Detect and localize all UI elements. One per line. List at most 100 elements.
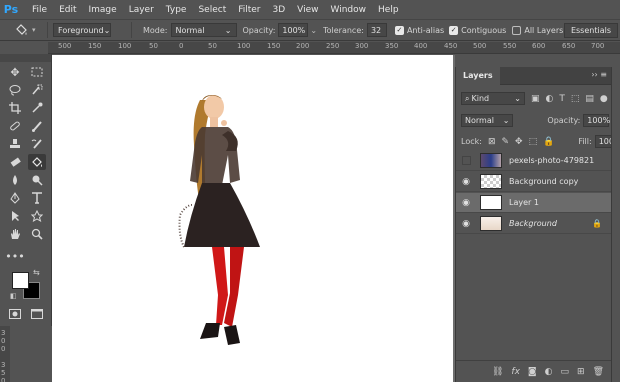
collapse-panel-icon[interactable]: ›› ≡	[591, 70, 607, 79]
lock-position-icon[interactable]: ✥	[515, 137, 523, 147]
new-group-icon[interactable]: ▭	[561, 367, 570, 377]
eye-icon[interactable]: ◉	[456, 219, 476, 229]
filter-type-icon[interactable]: T	[559, 94, 565, 104]
woman-photo-image	[178, 95, 260, 345]
chevron-down-icon[interactable]: ▾	[32, 26, 42, 34]
lasso-tool-icon[interactable]	[6, 82, 24, 98]
blend-mode-select[interactable]: Normal ⌄	[461, 114, 514, 127]
layer-name[interactable]: Layer 1	[509, 198, 539, 207]
tolerance-field[interactable]: 32	[366, 23, 387, 37]
anti-alias-checkbox[interactable]: ✓	[394, 25, 404, 35]
layers-panel: Layers ›› ≡ ⌕ Kind ⌄ ▣ ◐ T ⬚ ▤ ● Normal …	[455, 66, 620, 382]
layer-row[interactable]: ◉ Background copy	[456, 172, 612, 192]
filter-toggle-icon[interactable]: ●	[600, 94, 608, 104]
custom-shape-tool-icon[interactable]	[28, 208, 46, 224]
default-colors-icon[interactable]: ◧	[10, 292, 17, 300]
document-canvas[interactable]	[52, 55, 453, 382]
ruler-tick: 250	[326, 42, 340, 50]
move-tool-icon[interactable]: ✥	[6, 64, 24, 80]
lock-all-icon[interactable]: 🔒	[543, 137, 554, 147]
lock-transparency-icon[interactable]: ⊠	[488, 137, 496, 147]
marquee-tool-icon[interactable]	[28, 64, 46, 80]
trash-icon[interactable]: 🗑	[593, 367, 604, 377]
pen-tool-icon[interactable]	[6, 190, 24, 206]
eraser-tool-icon[interactable]	[6, 154, 24, 170]
filter-smart-object-icon[interactable]: ▤	[585, 94, 594, 104]
new-layer-icon[interactable]: ⊞	[577, 367, 585, 377]
zoom-tool-icon[interactable]	[28, 226, 46, 242]
opacity-label: Opacity:	[242, 25, 276, 35]
layer-name[interactable]: Background copy	[509, 177, 578, 186]
divider	[131, 22, 132, 38]
type-tool-icon[interactable]	[28, 190, 46, 206]
opacity-field[interactable]: 100%	[278, 23, 309, 37]
layer-filter-row: ⌕ Kind ⌄ ▣ ◐ T ⬚ ▤ ●	[461, 92, 617, 105]
crop-tool-icon[interactable]	[6, 100, 24, 116]
eye-icon[interactable]: ◉	[456, 177, 476, 187]
lock-artboard-icon[interactable]: ⬚	[529, 137, 538, 147]
dodge-tool-icon[interactable]	[28, 172, 46, 188]
all-layers-checkbox[interactable]	[512, 25, 522, 35]
blur-tool-icon[interactable]	[6, 172, 24, 188]
layer-row[interactable]: ◉ Background 🔒	[456, 214, 612, 234]
ruler-tick: 400	[414, 42, 428, 50]
contiguous-checkbox[interactable]: ✓	[449, 25, 459, 35]
paint-bucket-icon	[16, 24, 27, 35]
fill-source-select[interactable]: Foreground ⌄	[53, 23, 111, 37]
eyedropper-tool-icon[interactable]	[28, 100, 46, 116]
menu-layer[interactable]: Layer	[129, 5, 154, 15]
layer-row[interactable]: ◉ Layer 1	[456, 193, 612, 213]
workspace-switcher[interactable]: Essentials	[563, 23, 618, 38]
tool-preset-picker[interactable]	[10, 21, 32, 39]
menu-filter[interactable]: Filter	[238, 5, 260, 15]
quick-mask-icon[interactable]	[6, 306, 24, 322]
ruler-tick: 50	[149, 42, 158, 50]
tolerance-label: Tolerance:	[323, 25, 364, 35]
menu-3d[interactable]: 3D	[273, 5, 286, 15]
menu-view[interactable]: View	[297, 5, 318, 15]
healing-brush-tool-icon[interactable]	[6, 118, 24, 134]
layer-style-icon[interactable]: fx	[511, 367, 520, 377]
menu-window[interactable]: Window	[331, 5, 367, 15]
layer-opacity-field[interactable]: 100%	[583, 114, 610, 127]
filter-pixel-icon[interactable]: ▣	[531, 94, 540, 104]
layer-name[interactable]: Background	[509, 219, 557, 228]
chevron-down-icon[interactable]: ⌄	[310, 26, 317, 35]
paint-bucket-tool-icon[interactable]	[28, 154, 46, 170]
swap-colors-icon[interactable]: ⇆	[33, 268, 40, 277]
opacity-label: Opacity:	[547, 116, 581, 125]
add-mask-icon[interactable]: ◙	[528, 367, 537, 377]
layer-thumbnail	[480, 216, 502, 231]
horizontal-ruler: 500 150 100 50 0 50 100 150 200 250 300 …	[48, 42, 620, 54]
menu-image[interactable]: Image	[89, 5, 117, 15]
menu-file[interactable]: File	[32, 5, 47, 15]
tools-panel-header[interactable]	[0, 54, 51, 62]
layer-row[interactable]: pexels-photo-479821	[456, 151, 612, 171]
brush-tool-icon[interactable]	[28, 118, 46, 134]
menu-help[interactable]: Help	[378, 5, 399, 15]
blend-mode-value: Normal	[465, 116, 494, 125]
menu-select[interactable]: Select	[198, 5, 226, 15]
filter-shape-icon[interactable]: ⬚	[571, 94, 580, 104]
quick-selection-tool-icon[interactable]	[28, 82, 46, 98]
clone-stamp-tool-icon[interactable]	[6, 136, 24, 152]
layer-name[interactable]: pexels-photo-479821	[509, 156, 594, 165]
visibility-toggle[interactable]	[456, 156, 476, 165]
filter-adjustment-icon[interactable]: ◐	[546, 94, 554, 104]
more-tools-icon[interactable]: •••	[5, 248, 24, 264]
menu-type[interactable]: Type	[166, 5, 187, 15]
foreground-color-swatch[interactable]	[12, 272, 29, 289]
layer-kind-filter[interactable]: ⌕ Kind ⌄	[461, 92, 525, 105]
lock-pixels-icon[interactable]: ✎	[501, 137, 509, 147]
hand-tool-icon[interactable]	[6, 226, 24, 242]
link-layers-icon[interactable]: ⛓	[492, 367, 503, 377]
screen-mode-icon[interactable]	[28, 306, 46, 322]
menu-edit[interactable]: Edit	[59, 5, 76, 15]
mode-select[interactable]: Normal ⌄	[170, 23, 237, 37]
ruler-tick: 150	[267, 42, 281, 50]
tab-layers[interactable]: Layers	[456, 66, 500, 85]
new-adjustment-layer-icon[interactable]: ◐	[545, 367, 553, 377]
path-selection-tool-icon[interactable]	[6, 208, 24, 224]
eye-icon[interactable]: ◉	[456, 198, 476, 208]
history-brush-tool-icon[interactable]	[28, 136, 46, 152]
